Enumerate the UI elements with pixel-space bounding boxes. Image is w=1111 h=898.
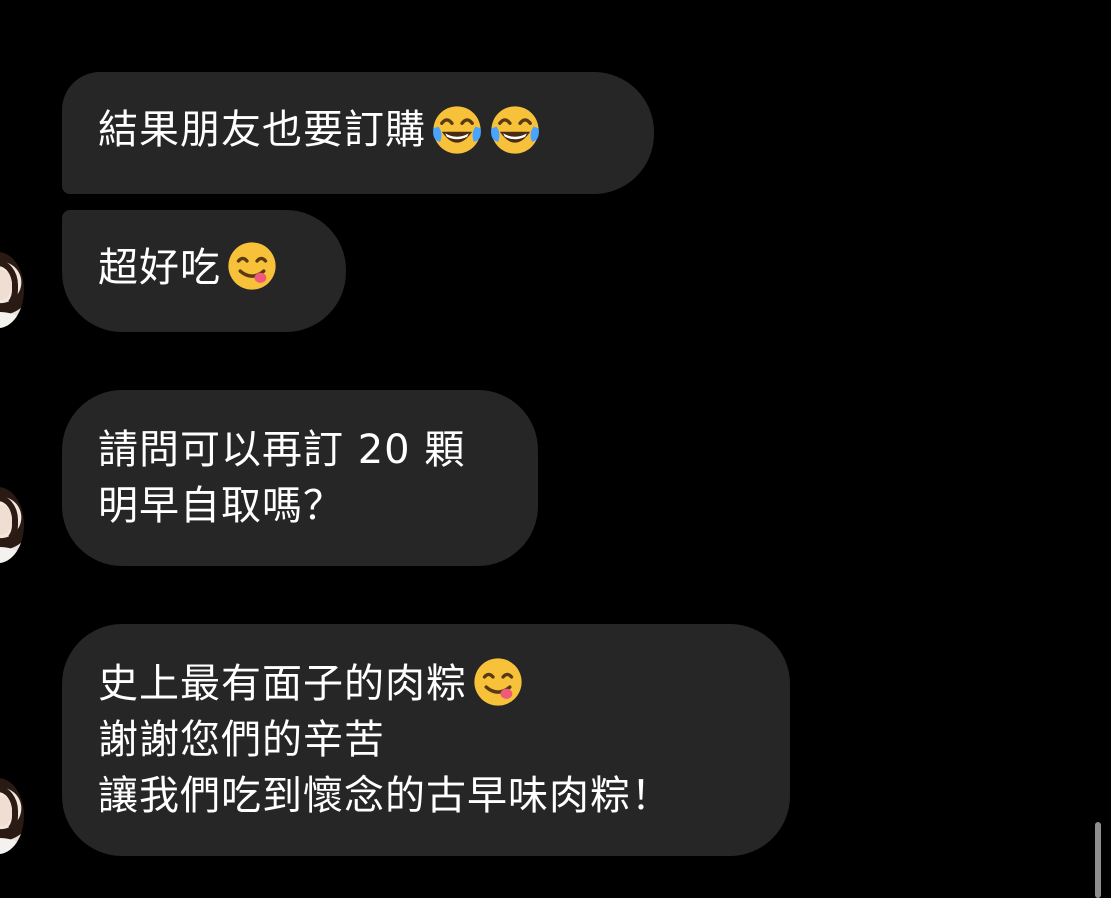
user-avatar[interactable] xyxy=(0,252,24,328)
message-line: 請問可以再訂 20 顆 xyxy=(98,427,466,473)
message-line: 謝謝您們的辛苦 xyxy=(98,717,385,763)
message-text: 史上最有面子的肉粽 xyxy=(98,661,467,707)
message-line: 結果朋友也要訂購 xyxy=(98,102,616,158)
face-savoring-food-icon xyxy=(228,242,276,290)
message-bubble[interactable]: 請問可以再訂 20 顆 明早自取嗎？ xyxy=(62,390,538,566)
user-avatar[interactable] xyxy=(0,778,24,854)
message-line: 明早自取嗎？ xyxy=(98,483,344,529)
message-bubble[interactable]: 結果朋友也要訂購 xyxy=(62,72,654,194)
face-savoring-food-icon xyxy=(474,658,522,706)
avatar-shirt xyxy=(0,547,22,563)
message-line: 讓我們吃到懷念的古早味肉粽！ xyxy=(98,773,672,819)
message-bubble[interactable]: 史上最有面子的肉粽 謝謝您們的辛苦 讓我們吃到懷念的古早味肉粽！ xyxy=(62,624,790,856)
message-text: 超好吃 xyxy=(98,245,221,291)
message-text: 結果朋友也要訂購 xyxy=(98,107,426,153)
avatar-shirt xyxy=(0,312,22,328)
face-with-tears-of-joy-icon xyxy=(433,105,481,154)
avatar-shirt xyxy=(0,838,22,854)
scrollbar[interactable] xyxy=(1095,822,1101,898)
message-line: 超好吃 xyxy=(98,240,308,296)
message-line: 史上最有面子的肉粽 xyxy=(98,656,752,712)
chat-thread: 結果朋友也要訂購 超好吃 請問可以再訂 20 顆 明早自取嗎？ 史上最有面子的肉… xyxy=(0,0,1111,898)
message-bubble[interactable]: 超好吃 xyxy=(62,210,346,332)
user-avatar[interactable] xyxy=(0,487,24,563)
face-with-tears-of-joy-icon xyxy=(491,105,539,154)
